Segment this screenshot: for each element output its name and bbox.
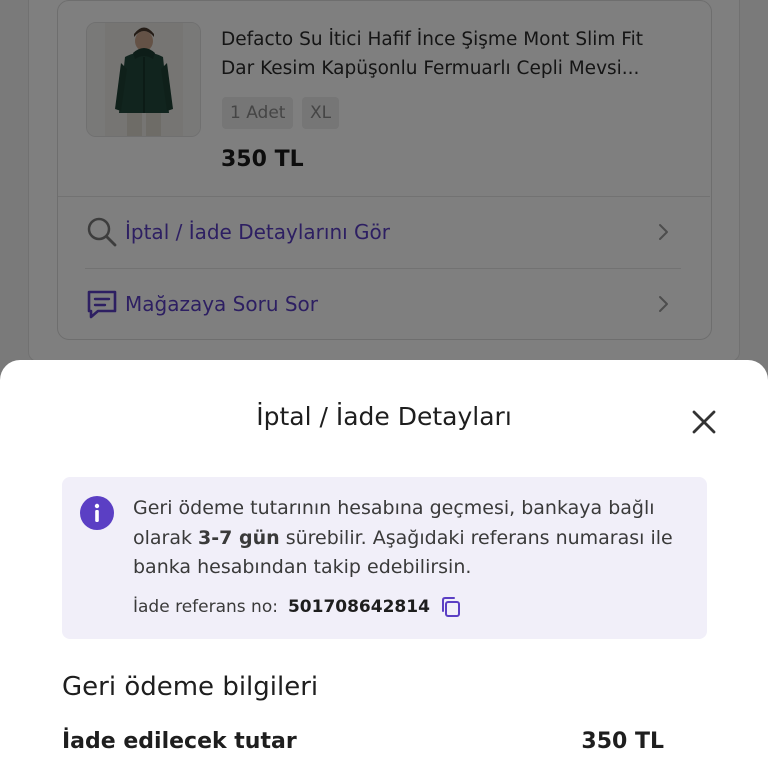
copy-icon[interactable] xyxy=(438,594,464,620)
refund-reference-label: İade referans no: xyxy=(133,597,278,617)
refund-info-section-title: Geri ödeme bilgileri xyxy=(62,672,319,702)
refund-amount-value: 350 TL xyxy=(581,729,664,754)
info-icon xyxy=(80,496,114,530)
refund-reference-number[interactable]: 501708642814 xyxy=(288,597,430,617)
refund-info-text: Geri ödeme tutarının hesabına geçmesi, b… xyxy=(133,494,693,583)
close-icon xyxy=(691,409,717,439)
close-button[interactable] xyxy=(686,406,722,442)
refund-amount-label: İade edilecek tutar xyxy=(62,729,297,754)
refund-duration: 3-7 gün xyxy=(198,526,280,549)
sheet-title: İptal / İade Detayları xyxy=(256,402,512,431)
refund-reference-row: İade referans no: 501708642814 xyxy=(133,593,464,621)
